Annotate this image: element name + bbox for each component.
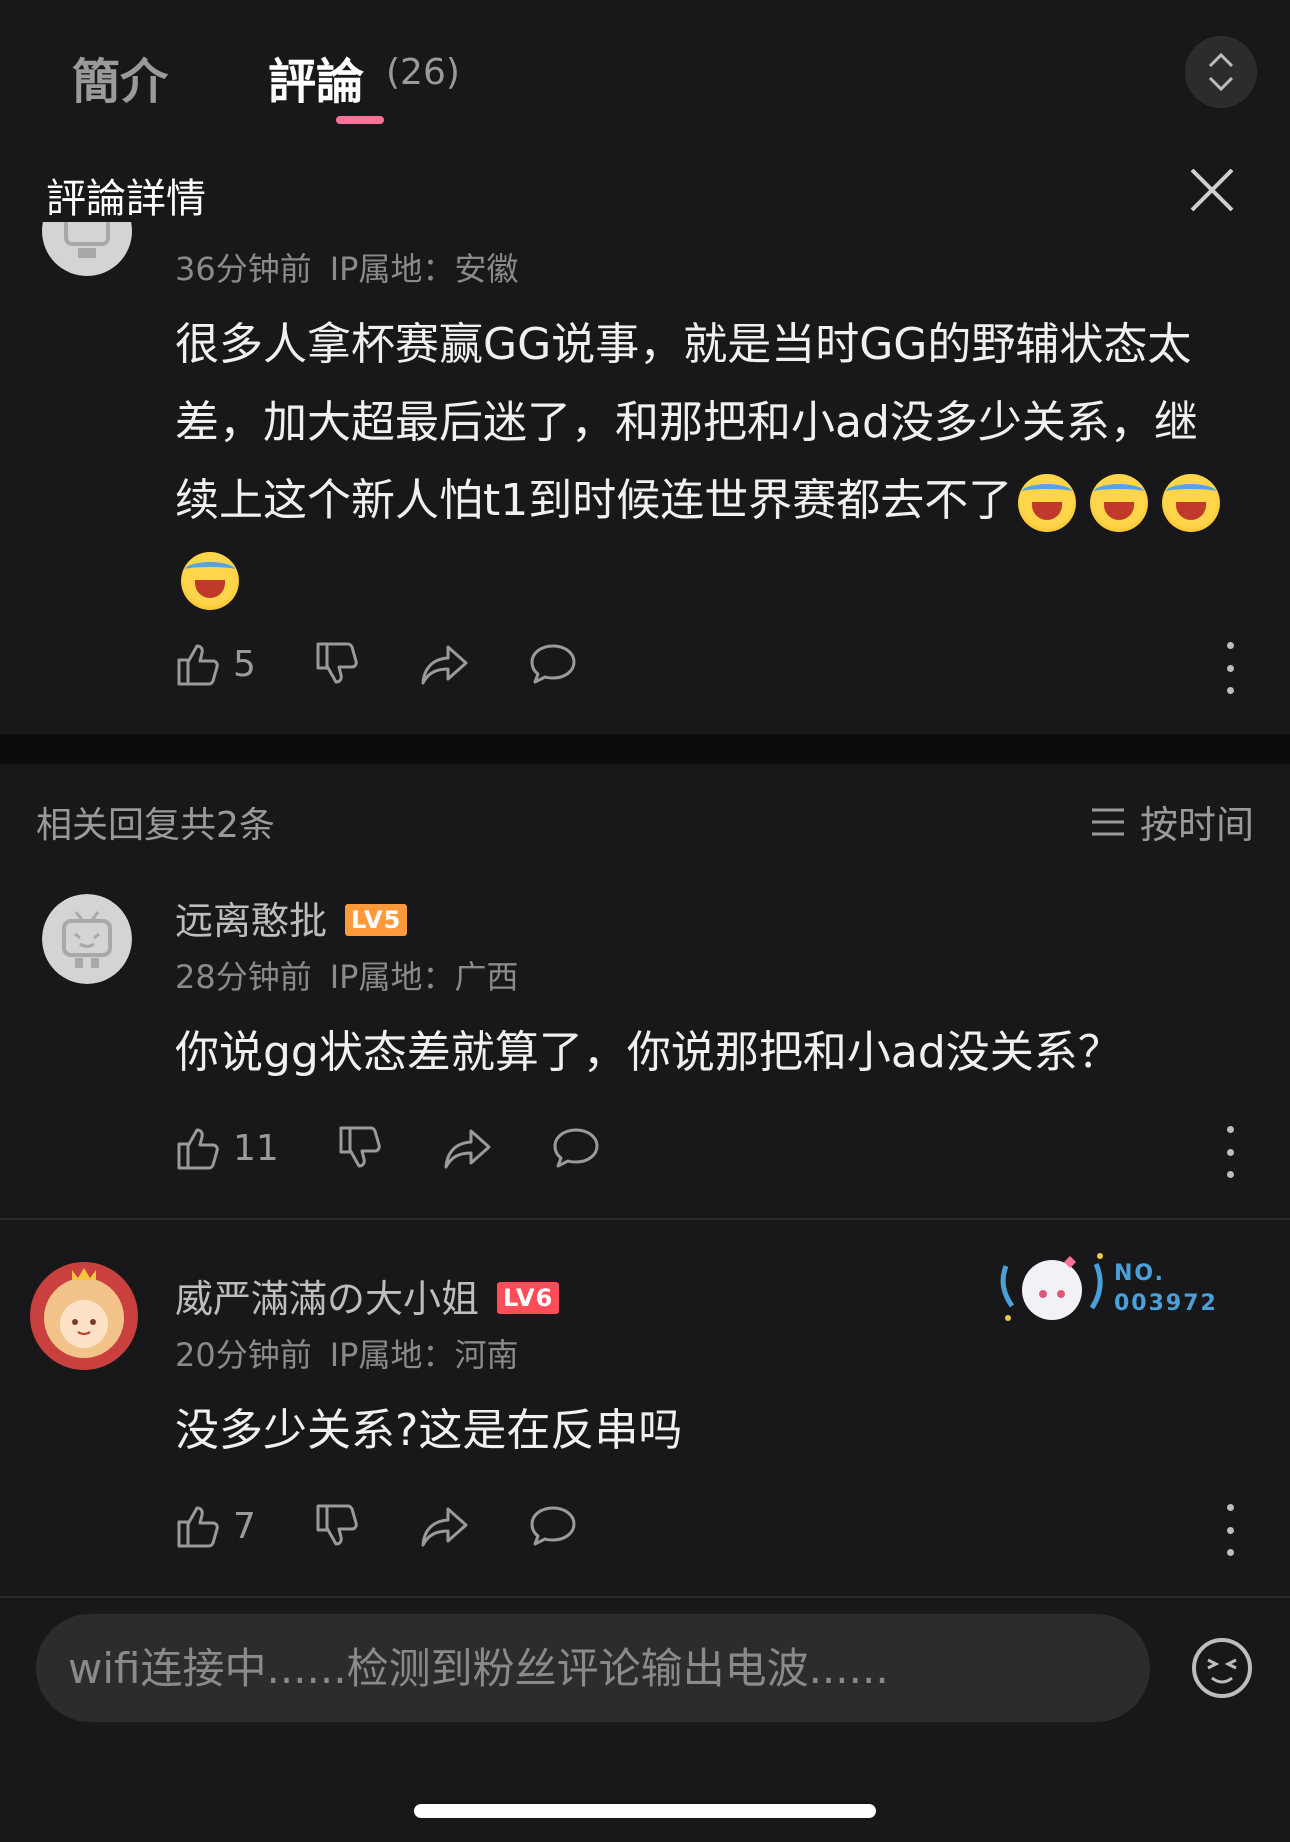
main-comment-meta: 36分钟前 IP属地：安徽 xyxy=(175,244,518,290)
divider xyxy=(0,1218,1290,1220)
comment-ip: IP属地：安徽 xyxy=(329,250,519,288)
avatar[interactable] xyxy=(28,1260,140,1372)
sort-by-time-button[interactable]: 按时间 xyxy=(1090,794,1254,849)
more-options-button[interactable] xyxy=(1220,1126,1240,1178)
cry-laugh-emoji-icon xyxy=(1162,474,1221,532)
chat-bubble-icon xyxy=(553,1128,599,1168)
main-comment-actions: 5 xyxy=(175,640,636,688)
dislike-button[interactable] xyxy=(337,1124,385,1172)
share-icon xyxy=(421,1507,468,1547)
close-button[interactable] xyxy=(1182,160,1242,220)
avatar-main[interactable] xyxy=(42,222,132,276)
like-count: 7 xyxy=(233,1505,256,1547)
tab-comments[interactable]: 評論 xyxy=(268,42,364,112)
comment-count: (26) xyxy=(386,52,460,93)
anime-girl-avatar-icon xyxy=(30,1262,138,1370)
home-indicator xyxy=(414,1804,876,1818)
anime-character-badge-icon xyxy=(1000,1253,1103,1321)
default-avatar-icon xyxy=(42,894,132,984)
fan-number-value: 003972 xyxy=(1114,1291,1218,1316)
comment-time: 28分钟前 xyxy=(175,958,312,996)
main-comment-text: 很多人拿杯赛赢GG说事，就是当时GG的野辅状态太差，加大超最后迷了，和那把和小a… xyxy=(175,306,1235,618)
chat-bubble-icon xyxy=(530,644,576,684)
sort-label: 按时间 xyxy=(1140,803,1255,847)
fan-number: NO. 003972 xyxy=(1114,1259,1218,1319)
reply-text: 你说gg状态差就算了，你说那把和小ad没关系？ xyxy=(175,1027,1122,1078)
fan-number-prefix: NO. xyxy=(1114,1261,1165,1286)
thumbs-up-icon xyxy=(177,1506,219,1548)
like-count: 5 xyxy=(233,643,256,685)
emoji-face-icon xyxy=(1192,1638,1252,1698)
reply-meta: 20分钟前 IP属地：河南 xyxy=(175,1330,518,1376)
replies-count-label: 相关回复共2条 xyxy=(36,805,275,846)
username[interactable]: 威严滿滿の大小姐 LV6 xyxy=(175,1268,560,1323)
comment-time: 36分钟前 xyxy=(175,250,312,288)
avatar[interactable] xyxy=(42,894,132,984)
fan-badge[interactable]: NO. 003972 xyxy=(996,1246,1218,1332)
reply-actions: 7 xyxy=(175,1502,636,1550)
emoji-button[interactable] xyxy=(1190,1636,1254,1700)
reply-button[interactable] xyxy=(528,641,578,687)
comment-ip: IP属地：河南 xyxy=(329,1336,519,1374)
share-button[interactable] xyxy=(420,641,470,687)
detail-title: 評論詳情 xyxy=(46,176,206,222)
chat-bubble-icon xyxy=(530,1506,576,1546)
cry-laugh-emoji-icon xyxy=(1018,474,1077,532)
share-button[interactable] xyxy=(420,1503,470,1549)
menu-lines-icon xyxy=(1092,808,1124,835)
comment-input-bar[interactable] xyxy=(36,1614,1150,1722)
share-button[interactable] xyxy=(443,1125,493,1171)
username-text: 远离憨批 xyxy=(175,899,328,943)
like-button[interactable]: 7 xyxy=(175,1502,256,1550)
reply-text: 没多少关系?这是在反串吗 xyxy=(175,1405,683,1456)
expand-collapse-icon xyxy=(1208,52,1234,92)
thumbs-up-icon xyxy=(177,1128,219,1170)
comment-ip: IP属地：广西 xyxy=(329,958,519,996)
divider xyxy=(0,1596,1290,1598)
section-separator xyxy=(0,734,1290,764)
default-avatar-icon xyxy=(42,222,132,276)
expand-collapse-button[interactable] xyxy=(1185,36,1257,108)
more-options-button[interactable] xyxy=(1220,642,1240,694)
comment-input[interactable] xyxy=(66,1642,1150,1694)
thumbs-down-icon xyxy=(316,642,358,684)
level-badge: LV6 xyxy=(497,1282,560,1314)
level-badge: LV5 xyxy=(345,904,408,936)
reply-meta: 28分钟前 IP属地：广西 xyxy=(175,952,518,998)
thumbs-down-icon xyxy=(316,1504,358,1546)
thumbs-up-icon xyxy=(177,644,219,686)
cry-laugh-emoji-icon xyxy=(181,552,239,610)
username-text: 威严滿滿の大小姐 xyxy=(175,1277,480,1321)
dislike-button[interactable] xyxy=(314,1502,362,1550)
active-tab-indicator xyxy=(336,116,384,124)
thumbs-down-icon xyxy=(339,1126,381,1168)
share-icon xyxy=(421,645,468,685)
more-options-button[interactable] xyxy=(1220,1504,1240,1556)
dislike-button[interactable] xyxy=(314,640,362,688)
comment-time: 20分钟前 xyxy=(175,1336,312,1374)
reply-button[interactable] xyxy=(551,1125,601,1171)
like-count: 11 xyxy=(233,1127,279,1169)
like-button[interactable]: 11 xyxy=(175,1124,279,1172)
tab-intro[interactable]: 簡介 xyxy=(72,42,168,112)
like-button[interactable]: 5 xyxy=(175,640,256,688)
close-icon xyxy=(1190,168,1234,212)
username[interactable]: 远离憨批 LV5 xyxy=(175,890,408,945)
reply-button[interactable] xyxy=(528,1503,578,1549)
share-icon xyxy=(444,1129,491,1169)
cry-laugh-emoji-icon xyxy=(1090,474,1149,532)
reply-actions: 11 xyxy=(175,1124,659,1172)
